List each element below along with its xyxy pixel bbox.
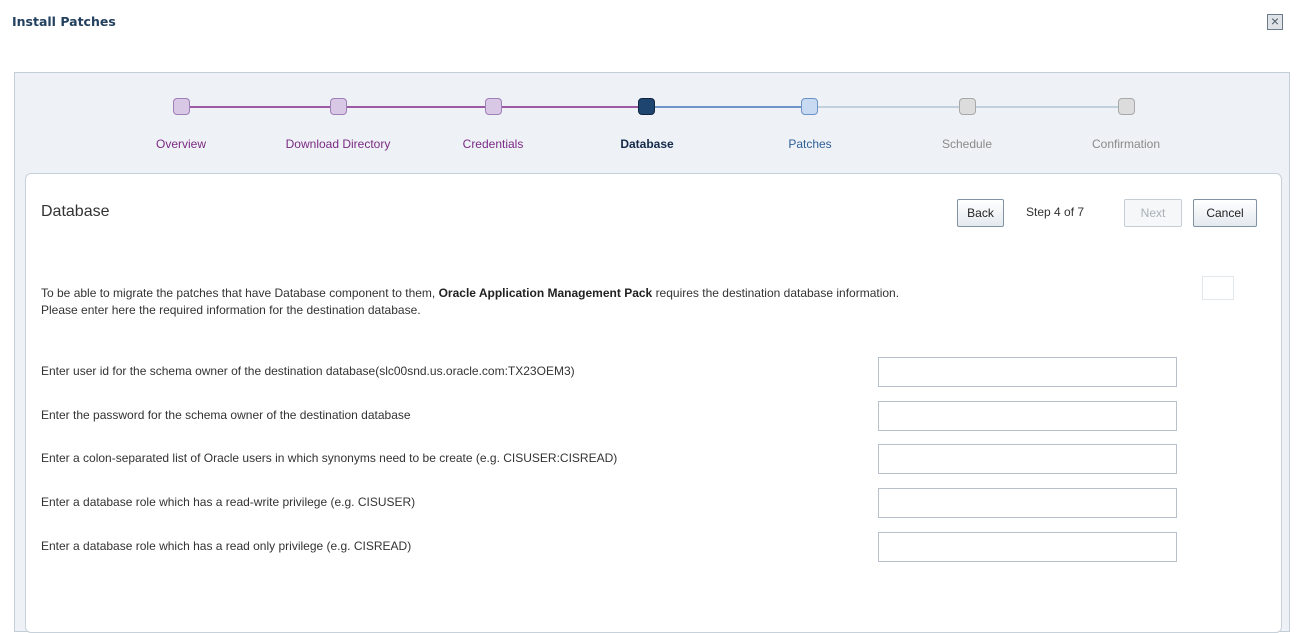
intro-text-part-2: requires the destination database inform… [655,286,900,300]
train-label-overview[interactable]: Overview [156,137,206,151]
train-label-download-directory[interactable]: Download Directory [286,137,391,151]
intro-instruction: Please enter here the required informati… [41,303,421,317]
page-title: Database [41,203,110,220]
train-stop-schedule [959,98,976,115]
train-stop-download-directory[interactable] [330,98,347,115]
dialog-title-bar: Install Patches × [0,0,1297,72]
synonym-users-label: Enter a colon-separated list of Oracle u… [41,451,618,465]
intro-text: To be able to migrate the patches that h… [41,285,1181,319]
intro-text-part-1: To be able to migrate the patches that h… [41,286,436,300]
train-line-6 [976,106,1118,108]
dialog-title: Install Patches [12,14,116,29]
step-indicator: Step 4 of 7 [1026,205,1085,219]
user-id-input[interactable] [878,357,1177,387]
train-stop-patches[interactable] [801,98,818,115]
train-label-confirmation: Confirmation [1091,137,1161,151]
read-write-role-label: Enter a database role which has a read-w… [41,495,416,509]
back-button[interactable]: Back [957,199,1004,227]
read-write-role-input[interactable] [878,488,1177,518]
read-only-role-label: Enter a database role which has a read o… [41,539,412,553]
product-name: Oracle Application Management Pack [438,286,653,300]
user-id-label: Enter user id for the schema owner of th… [41,364,575,378]
train-line-1 [185,106,330,108]
password-label: Enter the password for the schema owner … [41,408,411,422]
train-line-4 [655,106,801,108]
next-button: Next [1124,199,1182,227]
train-line-2 [347,106,485,108]
train-label-patches[interactable]: Patches [788,137,831,151]
cancel-button[interactable]: Cancel [1193,199,1257,227]
train-stop-confirmation [1118,98,1135,115]
train-label-schedule: Schedule [941,137,993,151]
train-stop-database [638,98,655,115]
train-stop-credentials[interactable] [485,98,502,115]
help-placeholder-box [1202,276,1234,300]
train-line-3 [501,106,638,108]
train-line-5 [818,106,959,108]
train-label-credentials[interactable]: Credentials [463,137,524,151]
read-only-role-input[interactable] [878,532,1177,562]
train-label-database: Database [620,137,674,151]
close-icon[interactable]: × [1267,14,1283,30]
synonym-users-input[interactable] [878,444,1177,474]
password-input[interactable] [878,401,1177,431]
train-stop-overview[interactable] [173,98,190,115]
